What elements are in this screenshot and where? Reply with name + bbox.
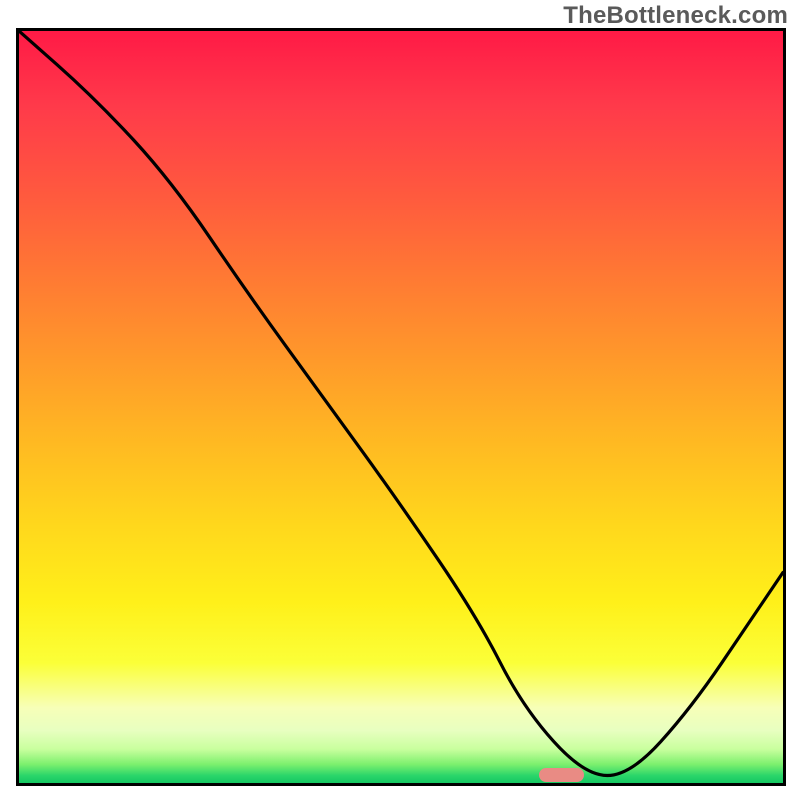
chart-line (19, 31, 783, 783)
chart-frame (16, 28, 786, 786)
watermark-text: TheBottleneck.com (563, 2, 788, 30)
chart-plot-area (19, 31, 783, 783)
